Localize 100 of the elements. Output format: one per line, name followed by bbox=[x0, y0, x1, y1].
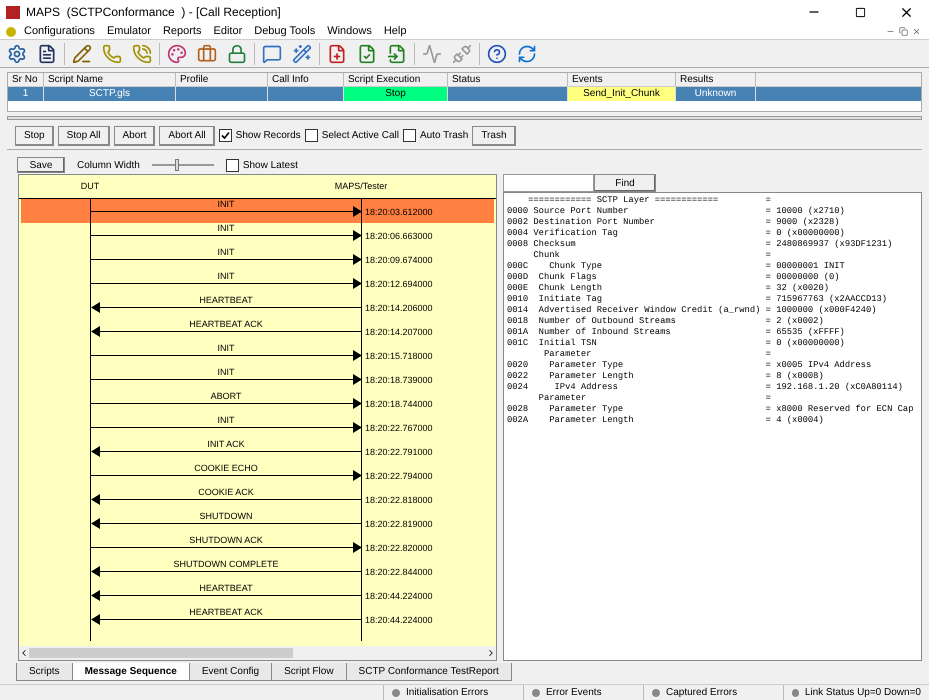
message-time: 18:20:09.674000 bbox=[364, 254, 433, 267]
message-row[interactable]: HEARTBEAT ACK 18:20:44.224000 bbox=[21, 607, 494, 631]
decode-value: = 4 (x0004) bbox=[766, 415, 824, 426]
message-label: SHUTDOWN bbox=[198, 511, 254, 522]
decode-field: Chunk bbox=[507, 250, 766, 261]
toolbar-button[interactable]: Stop All bbox=[58, 126, 110, 146]
checkbox[interactable] bbox=[402, 129, 416, 142]
message-time: 18:20:03.612000 bbox=[364, 206, 433, 219]
decode-value: = 00000000 (0) bbox=[766, 272, 840, 283]
message-row[interactable]: INIT ACK 18:20:22.791000 bbox=[21, 439, 494, 463]
checkbox-label[interactable]: Show Latest bbox=[242, 158, 298, 172]
message-row[interactable]: COOKIE ACK 18:20:22.818000 bbox=[21, 487, 494, 511]
message-time: 18:20:22.791000 bbox=[364, 446, 433, 459]
message-row[interactable]: INIT 18:20:03.612000 bbox=[21, 199, 494, 223]
message-label: HEARTBEAT ACK bbox=[188, 319, 264, 330]
message-row[interactable]: HEARTBEAT ACK 18:20:14.207000 bbox=[21, 319, 494, 343]
message-row[interactable]: INIT 18:20:09.674000 bbox=[21, 247, 494, 271]
decode-value: = bbox=[766, 349, 771, 360]
find-button[interactable]: Find bbox=[594, 174, 656, 192]
menu-item[interactable]: Windows bbox=[327, 23, 372, 40]
message-time: 18:20:44.224000 bbox=[364, 614, 433, 627]
toolbar-button[interactable]: Stop bbox=[15, 126, 54, 146]
column-header[interactable]: Sr No bbox=[8, 73, 44, 86]
checkbox[interactable] bbox=[304, 129, 318, 142]
checkbox-label[interactable]: Select Active Call bbox=[322, 128, 399, 143]
message-row[interactable]: HEARTBEAT 18:20:44.224000 bbox=[21, 583, 494, 607]
decode-field: 0028 Parameter Type bbox=[507, 404, 766, 415]
child-close-icon[interactable] bbox=[912, 27, 921, 36]
column-width-slider[interactable] bbox=[152, 159, 214, 171]
decode-field: 001C Initial TSN bbox=[507, 338, 766, 349]
message-label: INIT bbox=[216, 199, 236, 210]
search-field[interactable] bbox=[503, 174, 594, 192]
decode-value: = 00000001 INIT bbox=[766, 261, 845, 272]
decode-value: = bbox=[766, 195, 771, 206]
decode-field: 0020 Parameter Type bbox=[507, 360, 766, 371]
column-header[interactable]: Call Info bbox=[268, 73, 344, 86]
message-time: 18:20:15.718000 bbox=[364, 350, 433, 363]
menu-item[interactable]: Debug Tools bbox=[254, 23, 316, 40]
column-header[interactable]: Script Name bbox=[44, 73, 176, 86]
message-row[interactable]: SHUTDOWN 18:20:22.819000 bbox=[21, 511, 494, 535]
checkbox[interactable] bbox=[226, 158, 239, 172]
column-header[interactable]: Profile bbox=[176, 73, 268, 86]
horizontal-scrollbar[interactable] bbox=[19, 646, 496, 660]
checkbox[interactable] bbox=[218, 129, 232, 142]
message-label: INIT bbox=[216, 343, 236, 354]
menu-item[interactable]: Emulator bbox=[106, 23, 151, 40]
message-label: ABORT bbox=[210, 391, 242, 402]
tab[interactable]: Scripts bbox=[16, 663, 73, 681]
tab[interactable]: SCTP Conformance TestReport bbox=[346, 663, 512, 681]
decode-value: = bbox=[766, 250, 771, 261]
checkbox-label[interactable]: Show Records bbox=[236, 128, 301, 143]
child-restore-icon[interactable] bbox=[899, 27, 908, 36]
tab[interactable]: Message Sequence bbox=[72, 663, 190, 681]
menu-item[interactable]: Editor bbox=[214, 23, 242, 40]
decode-field: 000D Chunk Flags bbox=[507, 272, 766, 283]
column-width-label: Column Width bbox=[77, 158, 140, 172]
decode-field: 000C Chunk Type bbox=[507, 261, 766, 272]
decode-value: = 715967763 (x2AACCD13) bbox=[766, 294, 888, 305]
column-header[interactable]: Results bbox=[676, 73, 756, 86]
message-row[interactable]: HEARTBEAT 18:20:14.206000 bbox=[21, 295, 494, 319]
tab[interactable]: Script Flow bbox=[271, 663, 347, 681]
message-label: HEARTBEAT ACK bbox=[188, 607, 264, 618]
column-header[interactable]: Script Execution bbox=[344, 73, 448, 86]
toolbar-button[interactable]: Trash bbox=[472, 126, 516, 146]
message-row[interactable]: INIT 18:20:18.739000 bbox=[21, 367, 494, 391]
menu-item[interactable]: Help bbox=[384, 23, 406, 40]
message-row[interactable]: COOKIE ECHO 18:20:22.794000 bbox=[21, 463, 494, 487]
message-row[interactable]: INIT 18:20:22.767000 bbox=[21, 415, 494, 439]
message-row[interactable]: ABORT 18:20:18.744000 bbox=[21, 391, 494, 415]
decode-field: ============ SCTP Layer ============ bbox=[507, 195, 766, 206]
message-time: 18:20:12.694000 bbox=[364, 278, 433, 291]
column-header[interactable]: Status bbox=[448, 73, 568, 86]
save-button[interactable]: Save bbox=[17, 157, 65, 173]
decode-value: = x0005 IPv4 Address bbox=[766, 360, 872, 371]
menu-item[interactable]: Reports bbox=[162, 23, 202, 40]
message-time: 18:20:22.818000 bbox=[364, 494, 433, 507]
decode-field: 001A Number of Inbound Streams bbox=[507, 327, 766, 338]
toolbar-button[interactable]: Abort bbox=[114, 126, 156, 146]
message-row[interactable]: SHUTDOWN ACK 18:20:22.820000 bbox=[21, 535, 494, 559]
message-row[interactable]: INIT 18:20:15.718000 bbox=[21, 343, 494, 367]
window-title: MAPS (SCTPConformance ) - [Call Reception] bbox=[26, 4, 281, 21]
table-cell: SCTP.gls bbox=[44, 87, 176, 101]
decode-value: = 65535 (xFFFF) bbox=[766, 327, 845, 338]
message-time: 18:20:22.820000 bbox=[364, 542, 433, 555]
decode-value: = 9000 (x2328) bbox=[766, 217, 840, 228]
message-row[interactable]: SHUTDOWN COMPLETE 18:20:22.844000 bbox=[21, 559, 494, 583]
column-header[interactable]: Events bbox=[568, 73, 676, 86]
decode-value: = 192.168.1.20 (xC0A80114) bbox=[766, 382, 903, 393]
menu-item[interactable]: Configurations bbox=[24, 23, 95, 40]
message-row[interactable]: INIT 18:20:06.663000 bbox=[21, 223, 494, 247]
message-label: INIT ACK bbox=[206, 439, 246, 450]
message-time: 18:20:14.207000 bbox=[364, 326, 433, 339]
decode-value: = 2480869937 (x93DF1231) bbox=[766, 239, 892, 250]
checkbox-label[interactable]: Auto Trash bbox=[420, 128, 468, 143]
tab[interactable]: Event Config bbox=[188, 663, 272, 681]
decode-field: 0010 Initiate Tag bbox=[507, 294, 766, 305]
toolbar-button[interactable]: Abort All bbox=[159, 126, 215, 146]
scrollbar-thumb[interactable] bbox=[29, 648, 293, 658]
message-label: HEARTBEAT bbox=[198, 583, 254, 594]
message-row[interactable]: INIT 18:20:12.694000 bbox=[21, 271, 494, 295]
